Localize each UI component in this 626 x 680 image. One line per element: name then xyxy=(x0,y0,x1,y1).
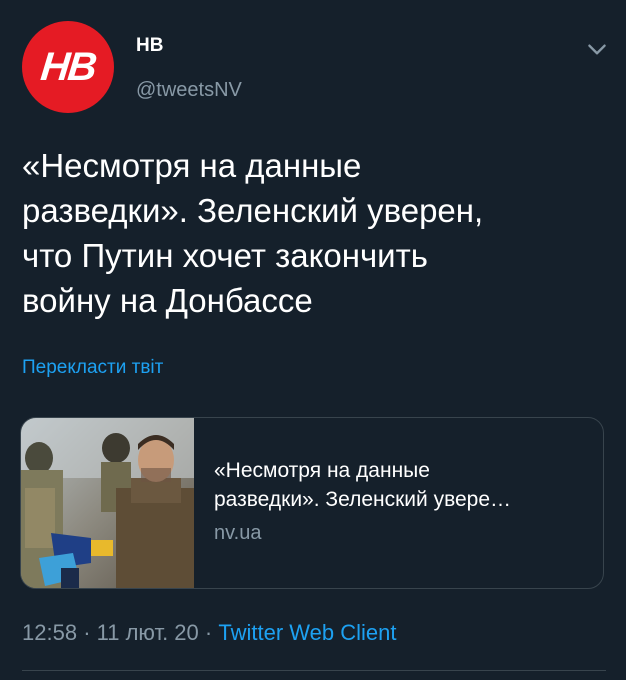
card-thumbnail[interactable] xyxy=(21,418,194,588)
display-name[interactable]: НВ xyxy=(136,35,163,57)
meta-separator: · xyxy=(204,620,213,645)
tweet-header: НВ НВ @tweetsNV xyxy=(22,21,612,116)
card-title-line-2: разведки». Зеленский увере… xyxy=(214,488,512,511)
tweet-text: «Несмотря на данные разведки». Зеленский… xyxy=(22,147,484,319)
card-title[interactable]: «Несмотря на данные разведки». Зеленский… xyxy=(214,456,589,514)
tweet-source-link[interactable]: Twitter Web Client xyxy=(218,620,396,645)
tweet-date[interactable]: 11 лют. 20 xyxy=(97,620,199,645)
meta-separator: · xyxy=(83,620,91,645)
card-body[interactable]: «Несмотря на данные разведки». Зеленский… xyxy=(214,456,589,545)
card-thumbnail-image xyxy=(21,418,194,588)
avatar[interactable]: НВ xyxy=(22,21,114,113)
divider xyxy=(22,670,606,671)
tweet-metadata: 12:58 · 11 лют. 20 · Twitter Web Client xyxy=(22,620,396,646)
link-preview-card[interactable]: «Несмотря на данные разведки». Зеленский… xyxy=(20,417,604,589)
tweet-time[interactable]: 12:58 xyxy=(22,620,77,645)
card-title-line-1: «Несмотря на данные xyxy=(214,459,430,482)
translate-tweet-link[interactable]: Перекласти твіт xyxy=(22,357,163,379)
user-handle[interactable]: @tweetsNV xyxy=(136,79,242,102)
avatar-logo-text: НВ xyxy=(38,44,98,89)
chevron-down-icon[interactable] xyxy=(584,37,610,63)
card-domain: nv.ua xyxy=(214,522,262,544)
